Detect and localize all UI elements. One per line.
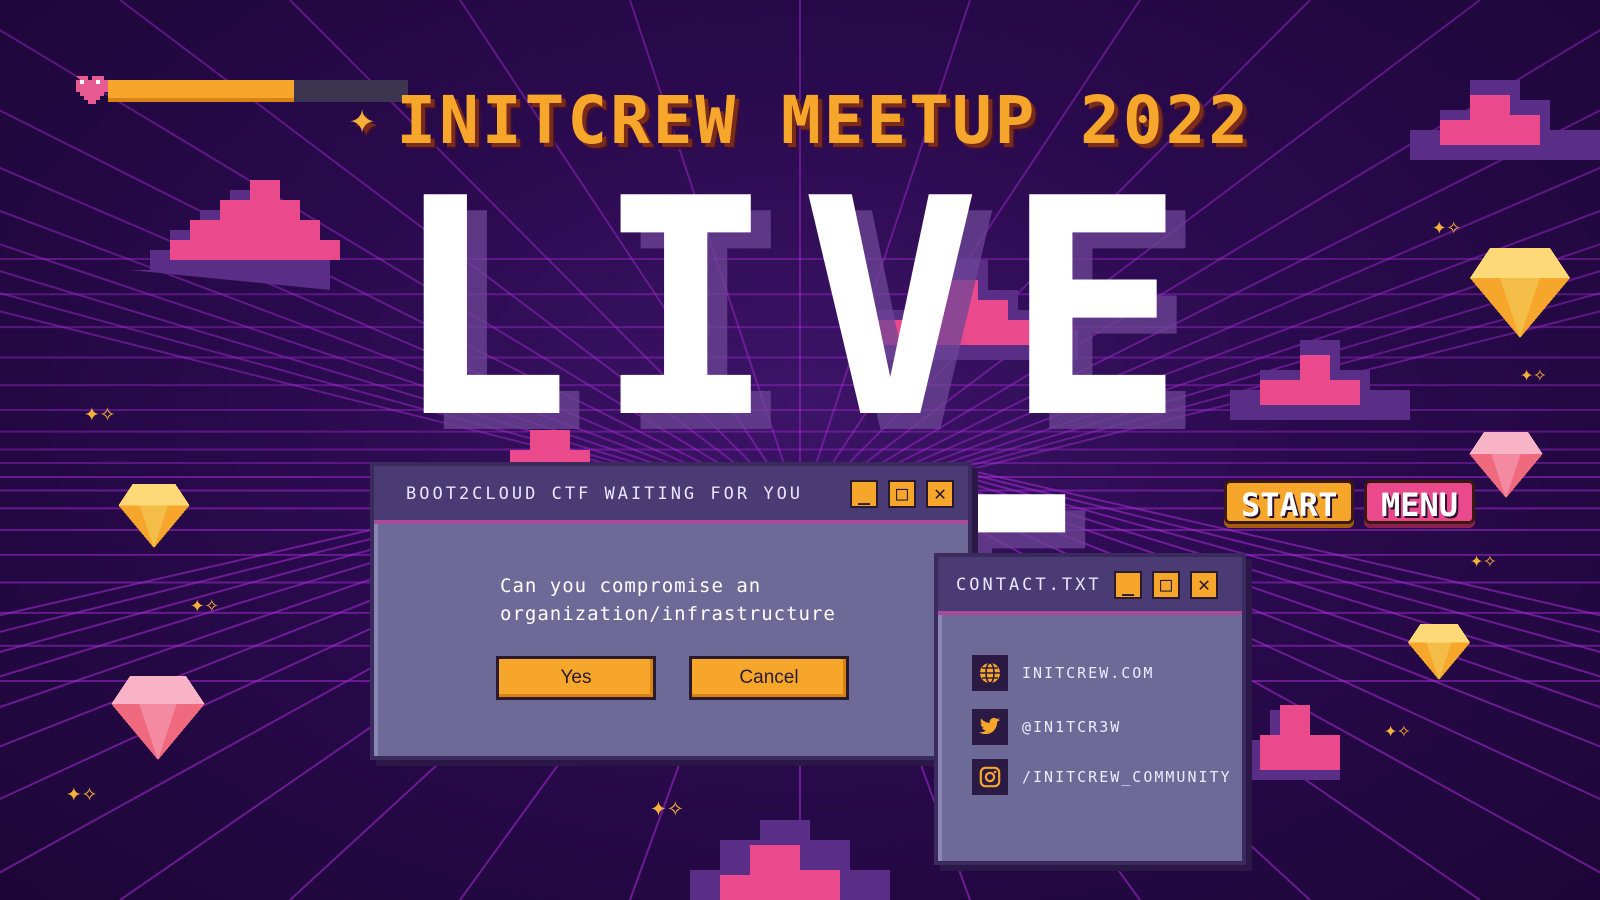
sparkle-icon: ✦✧ <box>1432 212 1461 240</box>
sparkle-icon: ✦✧ <box>1520 362 1547 387</box>
contact-titlebar[interactable]: CONTACT.TXT _ □ ✕ <box>938 557 1242 615</box>
gem-icon <box>1470 248 1570 338</box>
contact-website[interactable]: INITCREW.COM <box>972 655 1242 691</box>
twitter-icon <box>972 709 1008 745</box>
ctf-dialog: BOOT2CLOUD CTF WAITING FOR YOU _ □ ✕ Can… <box>370 462 972 760</box>
instagram-icon <box>972 759 1008 795</box>
menu-button[interactable]: MENU <box>1364 480 1476 524</box>
minimize-button[interactable]: _ <box>1114 571 1142 599</box>
contact-instagram[interactable]: /INITCREW_COMMUNITY <box>972 759 1242 795</box>
gem-icon <box>111 676 205 760</box>
dialog-message: Can you compromise an organization/infra… <box>500 575 836 625</box>
dialog-title: BOOT2CLOUD CTF WAITING FOR YOU <box>406 484 804 504</box>
sparkle-icon: ✦✧ <box>190 590 219 618</box>
sparkle-icon: ✦✧ <box>1384 718 1411 743</box>
scene: ✦INITCREW MEETUP 2022 LIVE CTF START MEN… <box>0 0 1600 900</box>
globe-icon <box>972 655 1008 691</box>
sparkle-icon: ✦✧ <box>650 790 684 823</box>
cloud-decoration <box>690 820 890 900</box>
contact-twitter[interactable]: @IN1TCR3W <box>972 709 1242 745</box>
minimize-button[interactable]: _ <box>850 480 878 508</box>
sparkle-icon: ✦ <box>348 93 379 144</box>
contact-window: CONTACT.TXT _ □ ✕ INITCREW.COM @IN1TCR3W… <box>934 553 1246 865</box>
gem-icon <box>1469 432 1543 498</box>
close-button[interactable]: ✕ <box>1190 571 1218 599</box>
gem-icon <box>1407 624 1471 680</box>
gem-icon <box>118 484 190 548</box>
close-button[interactable]: ✕ <box>926 480 954 508</box>
sparkle-icon: ✦✧ <box>66 778 98 808</box>
dialog-titlebar[interactable]: BOOT2CLOUD CTF WAITING FOR YOU _ □ ✕ <box>374 466 968 524</box>
contact-title: CONTACT.TXT <box>956 575 1102 595</box>
sparkle-icon: ✦✧ <box>1470 548 1497 573</box>
contact-instagram-label: /INITCREW_COMMUNITY <box>1022 768 1232 786</box>
sparkle-icon: ✦✧ <box>84 398 116 428</box>
maximize-button[interactable]: □ <box>1152 571 1180 599</box>
maximize-button[interactable]: □ <box>888 480 916 508</box>
yes-button[interactable]: Yes <box>496 656 656 700</box>
start-button[interactable]: START <box>1224 480 1355 524</box>
contact-website-label: INITCREW.COM <box>1022 664 1155 682</box>
cancel-button[interactable]: Cancel <box>689 656 849 700</box>
contact-twitter-label: @IN1TCR3W <box>1022 718 1122 736</box>
